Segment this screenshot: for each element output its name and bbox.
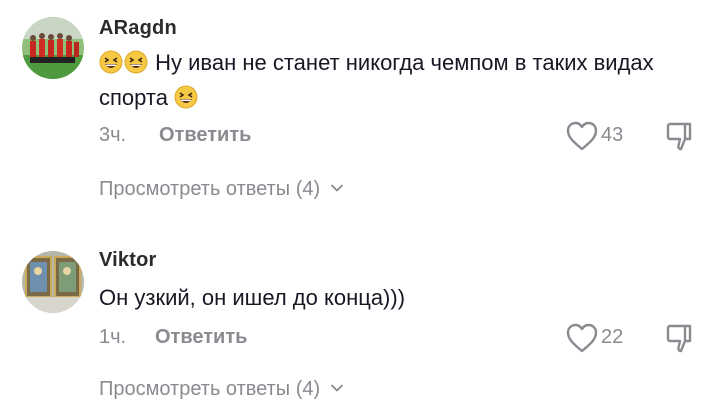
comment-username[interactable]: ARagdn — [99, 17, 177, 40]
comment-body: Он узкий, он ишел до конца))) — [99, 285, 406, 310]
view-replies-label: Просмотреть ответы (4) — [99, 378, 321, 400]
comment-actions: 3ч. Ответить 43 — [99, 121, 719, 154]
heart-icon[interactable] — [565, 322, 599, 354]
view-replies-label: Просмотреть ответы (4) — [99, 178, 321, 200]
thumbs-down-icon[interactable] — [665, 322, 697, 354]
like-count: 22 — [601, 326, 624, 348]
avatar[interactable] — [22, 251, 84, 313]
comment-actions: 1ч. Ответить 22 — [99, 323, 719, 356]
comment-text: Он узкий, он ишел до конца))) — [99, 280, 699, 315]
reply-button[interactable]: Ответить — [155, 326, 247, 349]
comment-time: 3ч. — [99, 124, 127, 146]
chevron-down-icon — [330, 384, 343, 392]
chevron-down-icon — [330, 184, 343, 192]
comment-time: 1ч. — [99, 326, 127, 348]
view-replies-button[interactable]: Просмотреть ответы (4) — [99, 378, 344, 401]
like-count: 43 — [601, 124, 624, 146]
heart-icon[interactable] — [565, 120, 599, 152]
comment-text: Ну иван не станет никогда чемпом в таких… — [99, 45, 699, 115]
thumbs-down-icon[interactable] — [665, 120, 697, 152]
reply-button[interactable]: Ответить — [159, 124, 251, 147]
view-replies-button[interactable]: Просмотреть ответы (4) — [99, 178, 344, 201]
grinning-squinting-face-emoji-icon — [124, 49, 148, 74]
comment-username[interactable]: Viktor — [99, 249, 157, 272]
avatar[interactable] — [22, 17, 84, 79]
grinning-squinting-face-emoji-icon — [99, 49, 123, 74]
grinning-squinting-face-emoji-icon — [174, 84, 198, 109]
